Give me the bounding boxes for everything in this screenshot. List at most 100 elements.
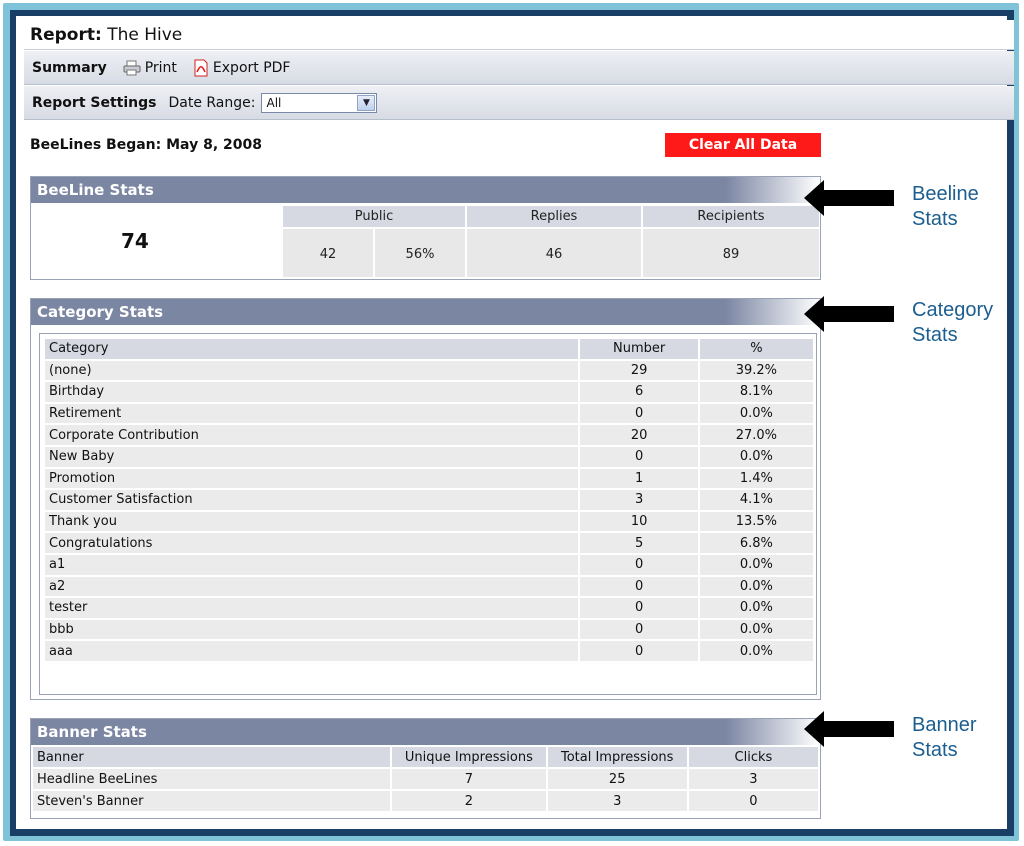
percent-cell: 0.0%: [699, 619, 813, 640]
report-title-bar: Report: The Hive: [24, 20, 1014, 50]
table-row: Congratulations 5 6.8%: [45, 533, 813, 553]
table-row: Promotion 1 1.4%: [45, 468, 813, 489]
unique-impressions-cell: 7: [392, 769, 546, 789]
table-row: tester 0 0.0%: [45, 598, 813, 618]
number-cell: 29: [580, 360, 698, 381]
replies-count: 46: [467, 229, 641, 277]
category-stats-title: Category Stats: [31, 299, 820, 325]
table-row: Corporate Contribution 20 27.0%: [45, 425, 813, 445]
percent-cell: 6.8%: [699, 533, 813, 553]
percent-cell: 0.0%: [699, 598, 813, 618]
number-cell: 10: [580, 511, 698, 532]
beeline-stats-panel: BeeLine Stats 74 Public Replies Recipien…: [30, 176, 821, 280]
printer-icon: [123, 60, 141, 75]
banner-table-header: Banner Unique Impressions Total Impressi…: [33, 747, 818, 767]
clear-all-data-button[interactable]: Clear All Data: [665, 133, 821, 157]
public-count: 42: [283, 229, 373, 277]
banner-column-header: Banner: [33, 747, 391, 767]
date-range-select[interactable]: All ▼: [261, 92, 378, 113]
banner-stats-panel: Banner Stats Banner Unique Impressions T…: [30, 718, 821, 819]
category-cell: bbb: [45, 619, 579, 640]
category-column-header: Category: [45, 339, 579, 359]
clicks-cell: 0: [688, 791, 818, 811]
beeline-annotation: Beeline Stats: [912, 182, 979, 232]
category-cell: New Baby: [45, 446, 579, 467]
category-cell: a1: [45, 554, 579, 575]
table-row: New Baby 0 0.0%: [45, 446, 813, 467]
number-cell: 0: [580, 641, 698, 661]
table-row: Customer Satisfaction 3 4.1%: [45, 490, 813, 510]
unique-impressions-cell: 2: [392, 791, 546, 811]
beeline-arrow-icon: [804, 180, 894, 216]
unique-impressions-header: Unique Impressions: [392, 747, 546, 767]
toolbar: Summary Print Export PDF: [24, 51, 1014, 85]
number-cell: 0: [580, 554, 698, 575]
percent-cell: 1.4%: [699, 468, 813, 489]
category-cell: Customer Satisfaction: [45, 490, 579, 510]
percent-cell: 13.5%: [699, 511, 813, 532]
number-cell: 0: [580, 403, 698, 424]
category-cell: Retirement: [45, 403, 579, 424]
category-cell: (none): [45, 360, 579, 381]
total-impressions-cell: 25: [547, 769, 687, 789]
number-cell: 20: [580, 425, 698, 445]
beeline-stats-title: BeeLine Stats: [31, 177, 820, 203]
percent-cell: 8.1%: [699, 382, 813, 402]
banner-name-cell: Headline BeeLines: [33, 769, 391, 789]
category-annotation-line1: Category: [912, 299, 994, 321]
table-row: a2 0 0.0%: [45, 576, 813, 597]
banner-arrow-icon: [804, 711, 894, 747]
table-row: Steven's Banner 2 3 0: [33, 791, 818, 811]
number-column-header: Number: [580, 339, 698, 359]
recipients-header: Recipients: [643, 206, 819, 227]
category-cell: a2: [45, 576, 579, 597]
category-stats-panel: Category Stats Category Number % (none) 2…: [30, 298, 821, 700]
total-impressions-header: Total Impressions: [547, 747, 687, 767]
percent-cell: 39.2%: [699, 360, 813, 381]
number-cell: 3: [580, 490, 698, 510]
percent-cell: 4.1%: [699, 490, 813, 510]
percent-cell: 0.0%: [699, 554, 813, 575]
summary-tab[interactable]: Summary: [32, 60, 107, 76]
beeline-annotation-line2: Stats: [912, 208, 958, 230]
report-settings-label: Report Settings: [32, 94, 157, 111]
banner-annotation: Banner Stats: [912, 713, 977, 763]
percent-cell: 0.0%: [699, 576, 813, 597]
table-row: aaa 0 0.0%: [45, 641, 813, 661]
percent-cell: 0.0%: [699, 446, 813, 467]
export-pdf-button[interactable]: Export PDF: [193, 59, 291, 77]
public-header: Public: [283, 206, 465, 227]
number-cell: 6: [580, 382, 698, 402]
clicks-cell: 3: [688, 769, 818, 789]
beeline-annotation-line1: Beeline: [912, 183, 979, 205]
report-title-label: Report:: [30, 25, 102, 45]
print-button[interactable]: Print: [123, 60, 177, 76]
date-range-value: All: [266, 95, 282, 110]
replies-header: Replies: [467, 206, 641, 227]
public-percent: 56%: [375, 229, 465, 277]
table-row: (none) 29 39.2%: [45, 360, 813, 381]
percent-cell: 0.0%: [699, 403, 813, 424]
category-cell: Promotion: [45, 468, 579, 489]
banner-stats-title: Banner Stats: [31, 719, 820, 745]
export-pdf-label: Export PDF: [212, 59, 291, 76]
category-annotation-line2: Stats: [912, 324, 958, 346]
category-table-header: Category Number %: [45, 339, 813, 359]
number-cell: 1: [580, 468, 698, 489]
recipients-count: 89: [643, 229, 819, 277]
beeline-total: 74: [121, 229, 149, 253]
report-title-name: The Hive: [107, 25, 183, 45]
chevron-down-icon[interactable]: ▼: [357, 94, 376, 111]
total-impressions-cell: 3: [547, 791, 687, 811]
clicks-header: Clicks: [688, 747, 818, 767]
banner-annotation-line1: Banner: [912, 714, 977, 736]
category-cell: Thank you: [45, 511, 579, 532]
table-row: a1 0 0.0%: [45, 554, 813, 575]
date-range-label: Date Range:: [168, 94, 256, 111]
percent-column-header: %: [699, 339, 813, 359]
number-cell: 5: [580, 533, 698, 553]
table-row: Headline BeeLines 7 25 3: [33, 769, 818, 789]
number-cell: 0: [580, 619, 698, 640]
banner-name-cell: Steven's Banner: [33, 791, 391, 811]
table-row: Thank you 10 13.5%: [45, 511, 813, 532]
